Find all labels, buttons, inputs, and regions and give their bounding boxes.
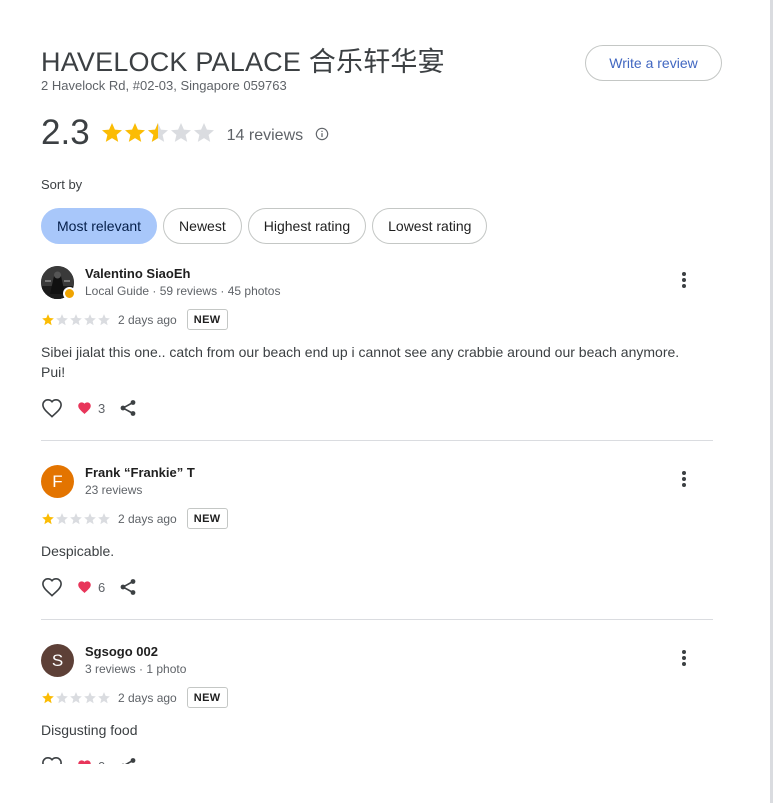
share-icon[interactable] <box>119 578 137 596</box>
like-count: 3 <box>98 400 106 416</box>
review-rating-row: 2 days ago NEW <box>41 309 228 330</box>
sort-chip-highest-rating[interactable]: Highest rating <box>247 208 367 244</box>
share-icon[interactable] <box>119 757 137 764</box>
info-icon[interactable] <box>315 127 329 141</box>
review-time: 2 days ago <box>118 511 177 526</box>
review-stars <box>41 691 111 705</box>
like-count: 0 <box>98 759 105 765</box>
star-empty-icon <box>56 691 68 703</box>
sort-chips: Most relevant Newest Highest rating Lowe… <box>41 208 493 244</box>
star-icon <box>124 123 145 142</box>
more-options-icon[interactable] <box>679 648 689 668</box>
star-empty-icon <box>98 313 110 325</box>
like-heart-icon[interactable] <box>41 756 63 764</box>
reaction-heart-icon <box>78 581 91 593</box>
avatar-letter: S <box>51 650 64 670</box>
review-rating-row: 2 days ago NEW <box>41 508 228 529</box>
review-card: Valentino SiaoEh Local Guide · 59 review… <box>41 266 713 431</box>
avatar[interactable]: F <box>41 465 74 498</box>
star-empty-icon <box>70 691 82 703</box>
like-count: 6 <box>98 579 106 595</box>
star-icon <box>42 512 54 524</box>
review-stars <box>41 313 111 327</box>
avatar-letter: F <box>52 471 63 491</box>
sort-chip-newest[interactable]: Newest <box>163 208 242 244</box>
star-empty-icon <box>84 512 96 524</box>
star-half-icon <box>147 123 168 142</box>
reviewer-meta: 3 reviews · 1 photo <box>85 662 187 676</box>
review-rating-row: 2 days ago NEW <box>41 687 228 708</box>
star-empty-icon <box>98 691 110 703</box>
star-icon <box>42 691 54 703</box>
sort-chip-most-relevant[interactable]: Most relevant <box>41 208 158 244</box>
more-options-icon[interactable] <box>679 469 689 489</box>
star-empty-icon <box>70 313 82 325</box>
rating-value: 2.3 <box>41 113 90 152</box>
star-empty-icon <box>56 313 68 325</box>
review-card: S Sgsogo 002 3 reviews · 1 photo 2 days … <box>41 644 713 764</box>
star-empty-icon <box>84 313 96 325</box>
reaction-heart-icon <box>78 402 91 414</box>
sort-chip-lowest-rating[interactable]: Lowest rating <box>372 208 488 244</box>
reviewer-name[interactable]: Frank “Frankie” T <box>85 465 195 480</box>
review-actions: 3 <box>41 398 137 418</box>
new-badge: NEW <box>186 687 228 708</box>
new-badge: NEW <box>186 309 228 330</box>
star-empty-icon <box>193 123 214 142</box>
review-card: F Frank “Frankie” T 23 reviews 2 days ag… <box>41 465 713 605</box>
star-empty-icon <box>98 512 110 524</box>
place-title: HAVELOCK PALACE 合乐轩华宴 <box>41 47 445 77</box>
review-count: 14 reviews <box>226 127 304 144</box>
reaction-heart-icon <box>78 760 91 764</box>
avatar[interactable]: S <box>41 644 74 677</box>
new-badge: NEW <box>186 508 228 529</box>
review-text: Despicable. <box>41 543 115 559</box>
sort-label: Sort by <box>41 177 83 192</box>
like-heart-icon[interactable] <box>41 577 63 597</box>
divider <box>41 619 713 620</box>
star-empty-icon <box>84 691 96 703</box>
star-empty-icon <box>70 512 82 524</box>
reviewer-name[interactable]: Valentino SiaoEh <box>85 266 190 281</box>
divider <box>41 440 713 441</box>
more-options-icon[interactable] <box>679 270 689 290</box>
rating-summary: 2.3 14 reviews <box>41 113 329 153</box>
rating-stars <box>100 121 215 145</box>
star-empty-icon <box>170 123 191 142</box>
review-text: Sibei jialat this one.. catch from our b… <box>41 344 680 380</box>
review-stars <box>41 512 111 526</box>
review-time: 2 days ago <box>118 690 177 705</box>
review-text: Disgusting food <box>41 722 138 738</box>
like-heart-icon[interactable] <box>41 398 63 418</box>
reviewer-meta: 23 reviews <box>85 483 143 497</box>
star-icon <box>42 313 54 325</box>
place-address: 2 Havelock Rd, #02-03, Singapore 059763 <box>41 78 287 93</box>
star-icon <box>101 123 122 142</box>
share-icon[interactable] <box>119 399 137 417</box>
avatar[interactable] <box>41 266 76 300</box>
write-review-button[interactable]: Write a review <box>585 45 722 81</box>
review-time: 2 days ago <box>118 312 177 327</box>
review-actions: 6 <box>41 577 137 597</box>
local-guide-badge-icon <box>63 287 76 300</box>
reviewer-meta: Local Guide · 59 reviews · 45 photos <box>85 284 281 298</box>
review-actions: 0 <box>41 756 137 764</box>
star-empty-icon <box>56 512 68 524</box>
reviewer-name[interactable]: Sgsogo 002 <box>85 644 158 659</box>
